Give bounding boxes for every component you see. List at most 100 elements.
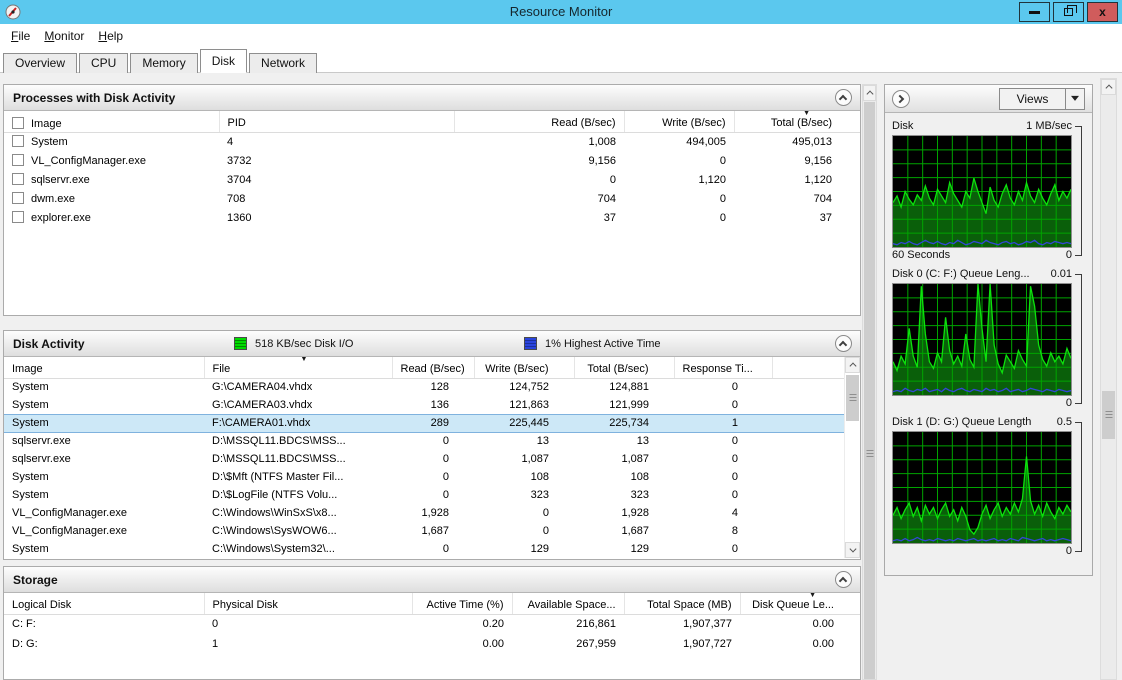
disk-activity-panel: Disk Activity 518 KB/sec Disk I/O1% High… [3,330,861,560]
column-header[interactable]: Write (B/sec) [474,357,574,378]
expand-button[interactable] [892,90,910,108]
table-row[interactable]: SystemC:\Windows\System32\...01291290 [4,540,844,558]
graph-ymin: 0 [1066,248,1072,264]
column-header[interactable]: Physical Disk [204,593,412,614]
column-header[interactable]: Image [4,111,219,132]
graphs-panel-header: Views [885,85,1092,113]
column-header[interactable] [772,357,844,378]
column-header[interactable]: Active Time (%) [412,593,512,614]
graph-ymin: 0 [1066,396,1072,412]
chevron-up-icon [839,341,847,349]
row-checkbox[interactable] [12,154,24,166]
row-checkbox[interactable] [12,211,24,223]
collapse-button[interactable] [835,335,852,352]
close-button[interactable]: x [1087,2,1118,22]
column-header[interactable]: PID [219,111,454,132]
right-pane-scrollbar[interactable] [1100,78,1117,680]
chevron-down-icon [849,545,856,552]
tab-network[interactable]: Network [249,53,317,73]
row-checkbox[interactable] [12,135,24,147]
legend-item: 1% Highest Active Time [524,337,661,350]
scrollbar-thumb[interactable] [846,375,859,421]
menu-item-help[interactable]: Help [91,26,130,46]
collapse-button[interactable] [835,571,852,588]
tab-overview[interactable]: Overview [3,53,77,73]
minimize-icon [1029,11,1040,14]
grip-icon [866,450,873,458]
processes-panel-header: Processes with Disk Activity [4,85,860,111]
table-row[interactable]: VL_ConfigManager.exe37329,15609,156 [4,151,860,170]
storage-table-body: Logical DiskPhysical DiskActive Time (%)… [4,593,860,654]
storage-table: Logical DiskPhysical DiskActive Time (%)… [4,593,860,654]
grip-icon [849,394,856,402]
table-row[interactable]: explorer.exe136037037 [4,208,860,227]
column-header[interactable]: Available Space... [512,593,624,614]
table-row[interactable]: SystemG:\CAMERA04.vhdx128124,752124,8810 [4,378,844,396]
column-header[interactable]: Read (B/sec) [392,357,474,378]
graphs-list: Disk 1 MB/sec 60 Seconds 0 Disk 0 (C: F:… [885,113,1092,560]
row-checkbox[interactable] [12,192,24,204]
column-header[interactable]: Disk Queue Le...▼ [740,593,860,614]
menu-bar: FileMonitorHelp [0,24,1122,48]
sort-indicator-icon: ▼ [809,593,816,600]
column-header[interactable]: Logical Disk [4,593,204,614]
table-row[interactable]: System41,008494,005495,013 [4,132,860,151]
graph-title: Disk 1 (D: G:) Queue Length [892,414,1031,431]
scrollbar-thumb[interactable] [1102,391,1115,439]
menu-item-file[interactable]: File [4,26,37,46]
table-row[interactable]: SystemG:\CAMERA03.vhdx136121,863121,9990 [4,396,844,414]
table-row[interactable]: SystemD:\$LogFile (NTFS Volu...03233230 [4,486,844,504]
column-header[interactable]: Read (B/sec) [454,111,624,132]
column-header[interactable]: Image [4,357,204,378]
chevron-up-icon [866,90,873,97]
column-header[interactable]: Write (B/sec) [624,111,734,132]
select-all-checkbox[interactable] [12,117,24,129]
chevron-up-icon [1105,84,1112,91]
column-header[interactable]: File▼ [204,357,392,378]
restore-icon [1064,8,1073,16]
panel-title: Storage [13,573,58,587]
table-row[interactable]: dwm.exe7087040704 [4,189,860,208]
menu-item-monitor[interactable]: Monitor [37,26,91,46]
storage-panel: Storage Logical DiskPhysical DiskActive … [3,566,861,680]
column-header[interactable]: Total (B/sec)▼ [734,111,860,132]
table-row[interactable]: VL_ConfigManager.exeC:\Windows\SysWOW6..… [4,522,844,540]
minimize-button[interactable] [1019,2,1050,22]
left-pane-scrollbar[interactable] [862,84,877,680]
table-row[interactable]: sqlservr.exeD:\MSSQL11.BDCS\MSS...01,087… [4,450,844,468]
disk-throughput-chart [892,135,1072,248]
column-header[interactable]: Total (B/sec) [574,357,674,378]
graph-title: Disk 0 (C: F:) Queue Leng... [892,266,1030,283]
panel-title: Processes with Disk Activity [13,91,175,105]
restore-button[interactable] [1053,2,1084,22]
scroll-up-button[interactable] [863,85,876,101]
disk-activity-legend: 518 KB/sec Disk I/O1% Highest Active Tim… [234,331,661,356]
column-header[interactable]: Response Ti... [674,357,772,378]
table-row[interactable]: D: G:10.00267,9591,907,7270.00 [4,634,860,654]
tab-memory[interactable]: Memory [130,53,197,73]
column-header[interactable]: Total Space (MB) [624,593,740,614]
scroll-down-button[interactable] [845,542,860,558]
tab-cpu[interactable]: CPU [79,53,128,73]
scroll-up-button[interactable] [1101,79,1116,95]
scrollbar-thumb[interactable] [864,102,875,679]
table-row[interactable]: SystemD:\$Mft (NTFS Master Fil...0108108… [4,468,844,486]
processes-table: ImagePIDRead (B/sec)Write (B/sec)Total (… [4,111,860,227]
table-row[interactable]: VL_ConfigManager.exeC:\Windows\WinSxS\x8… [4,504,844,522]
table-row[interactable]: sqlservr.exe370401,1201,120 [4,170,860,189]
chevron-up-icon [849,362,856,369]
chevron-up-icon [839,95,847,103]
table-row[interactable]: C: F:00.20216,8611,907,3770.00 [4,614,860,634]
disk-activity-scrollbar[interactable] [844,357,860,558]
views-button[interactable]: Views [999,88,1085,110]
legend-swatch [524,337,537,350]
scroll-up-button[interactable] [845,357,860,373]
collapse-button[interactable] [835,89,852,106]
disk0-queue-chart [892,283,1072,396]
views-dropdown-arrow[interactable] [1065,89,1084,109]
row-checkbox[interactable] [12,173,24,185]
disk-tab-content: Processes with Disk Activity ImagePIDRea… [0,73,1122,680]
table-row[interactable]: SystemF:\CAMERA01.vhdx289225,445225,7341 [4,414,844,432]
table-row[interactable]: sqlservr.exeD:\MSSQL11.BDCS\MSS...013130 [4,432,844,450]
tab-disk[interactable]: Disk [200,49,247,73]
